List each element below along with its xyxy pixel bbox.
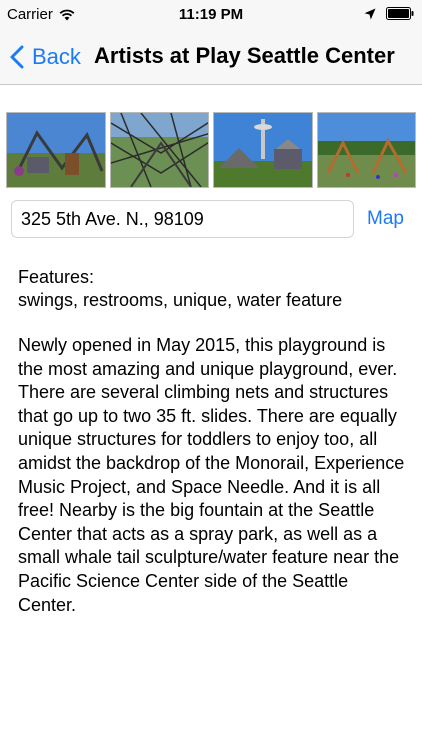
map-button[interactable]: Map: [367, 208, 404, 230]
photo-gallery: [6, 112, 416, 188]
navigation-bar: Back Artists at Play Seattle Center: [0, 30, 422, 85]
playground-photo-4[interactable]: [316, 112, 416, 188]
status-right: [364, 7, 414, 20]
features-heading: Features:: [18, 267, 95, 287]
page-title: Artists at Play Seattle Center: [94, 43, 395, 68]
status-bar: Carrier 11:19 PM: [0, 0, 422, 30]
back-label: Back: [32, 44, 81, 69]
status-time: 11:19 PM: [178, 6, 244, 23]
description-text: Newly opened in May 2015, this playgroun…: [18, 335, 405, 615]
features-list: swings, restrooms, unique, water feature: [18, 290, 343, 310]
address-field[interactable]: 325 5th Ave. N., 98109: [11, 200, 354, 238]
features-section: Features: swings, restrooms, unique, wat…: [18, 266, 408, 312]
battery-icon: [386, 7, 414, 20]
back-chevron-icon: [10, 45, 24, 69]
back-button[interactable]: Back: [10, 40, 81, 74]
playground-photo-2[interactable]: [109, 112, 209, 188]
playground-photo-3[interactable]: [213, 112, 313, 188]
playground-photo-1[interactable]: [6, 112, 106, 188]
location-arrow-icon: [364, 8, 376, 19]
